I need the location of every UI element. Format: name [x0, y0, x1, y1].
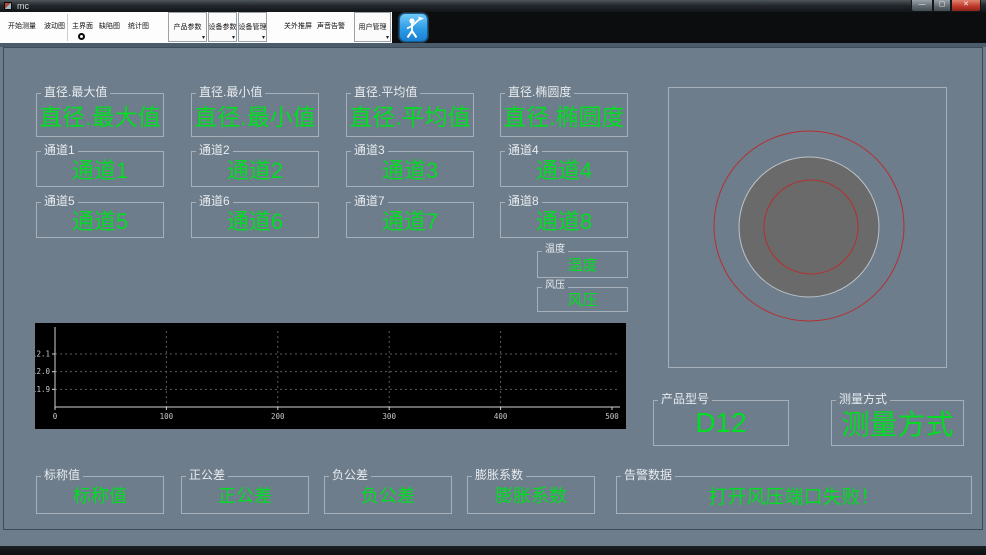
field-value: 温度: [567, 257, 598, 274]
field-value: 通道6: [226, 209, 284, 234]
alarm-data-box: 告警数据 打开风压端口失败！: [616, 468, 972, 514]
field-value: 通道5: [71, 209, 129, 234]
close-icon: ✕: [963, 1, 969, 8]
window-title: mc: [17, 1, 29, 11]
dropdown-arrow-icon: ▾: [231, 35, 235, 41]
field-value: 测量方式: [841, 409, 954, 440]
svg-text:300: 300: [382, 412, 396, 421]
toolbar-button-device-mgmt[interactable]: 设备管理 ▾: [238, 12, 267, 42]
svg-text:400: 400: [494, 412, 508, 421]
toolbar: 开始测量 波动图 主界面 缺陷图 统计图 产品参数 ▾ 设备参数 ▾ 设备管理 …: [0, 12, 392, 43]
channel-box-3: 通道3 通道3: [346, 143, 474, 187]
dropdown-arrow-icon: ▾: [385, 35, 389, 41]
toolbar-button-label: 产品参数: [173, 24, 202, 31]
svg-text:12.0: 12.0: [35, 367, 50, 376]
active-view-indicator-icon: [78, 33, 85, 40]
field-value: 通道1: [71, 158, 129, 183]
product-model-box: 产品型号 D12: [653, 392, 789, 446]
stat-box-diameter-ovality: 直径.椭圆度 直径.椭圆度: [500, 85, 628, 137]
field-value: 直径.最大值: [39, 104, 161, 130]
channel-box-4: 通道4 通道4: [500, 143, 628, 187]
window-margin: [0, 530, 986, 546]
toolbar-button-product-params[interactable]: 产品参数 ▾: [168, 12, 207, 42]
toolbar-separator: [67, 14, 68, 41]
titlebar: mc — ▢ ✕: [0, 0, 986, 12]
trend-chart-panel: 12.1 12.0 11.9 0 100 200 300 400 500: [32, 323, 626, 429]
toolbar-button-start-measure[interactable]: 开始测量: [8, 22, 36, 31]
channel-box-6: 通道6 通道6: [191, 194, 319, 238]
field-value: 通道2: [226, 158, 284, 183]
field-value: 直径.最小值: [194, 104, 316, 130]
close-button[interactable]: ✕: [951, 0, 981, 12]
field-value: 通道8: [535, 209, 593, 234]
channel-box-1: 通道1 通道1: [36, 143, 164, 187]
cross-section-display-panel: [668, 87, 947, 368]
alarm-message: 打开风压端口失败！: [708, 486, 880, 508]
maximize-button[interactable]: ▢: [933, 0, 951, 12]
expansion-coefficient-box: 膨胀系数 膨胀系数: [467, 468, 595, 514]
app-logo-button[interactable]: [399, 13, 428, 42]
pressure-box: 风压 风压: [537, 280, 628, 312]
measurement-mode-box: 测量方式 测量方式: [831, 392, 964, 446]
toolbar-button-label: 设备参数: [208, 24, 237, 31]
toolbar-button-label: 用户管理: [358, 24, 387, 31]
channel-box-7: 通道7 通道7: [346, 194, 474, 238]
channel-box-2: 通道2 通道2: [191, 143, 319, 187]
toolbar-button-ext-screen[interactable]: 关外推屏: [284, 22, 312, 31]
person-flag-icon: [406, 16, 424, 39]
toolbar-button-sound-alarm[interactable]: 声音告警: [317, 22, 345, 31]
trend-chart: 12.1 12.0 11.9 0 100 200 300 400 500: [32, 327, 620, 421]
field-value: 通道3: [381, 158, 439, 183]
svg-text:200: 200: [271, 412, 285, 421]
field-value: 直径.椭圆度: [503, 104, 625, 130]
app-window: mc — ▢ ✕ 开始测量 波动图 主界面 缺陷图 统计图 产品参数 ▾ 设备参…: [0, 0, 986, 555]
dropdown-arrow-icon: ▾: [261, 35, 265, 41]
svg-text:100: 100: [160, 412, 174, 421]
dropdown-arrow-icon: ▾: [201, 35, 205, 41]
toolbar-button-main-view[interactable]: 主界面: [72, 22, 93, 31]
toolbar-button-user-mgmt[interactable]: 用户管理 ▾: [354, 12, 391, 42]
toolbar-button-stats-chart[interactable]: 统计图: [128, 22, 149, 31]
channel-box-5: 通道5 通道5: [36, 194, 164, 238]
titlebar-dark-area: [392, 12, 986, 43]
field-value: D12: [695, 407, 747, 438]
svg-text:11.9: 11.9: [35, 385, 50, 394]
minimize-button[interactable]: —: [911, 0, 933, 12]
nominal-value-box: 标称值 标称值: [36, 468, 164, 514]
stat-box-diameter-max: 直径.最大值 直径.最大值: [36, 85, 164, 137]
toolbar-button-device-params[interactable]: 设备参数 ▾: [208, 12, 237, 42]
temperature-box: 温度 温度: [537, 244, 628, 278]
main-panel: 直径.最大值 直径.最大值 直径.最小值 直径.最小值 直径.平均值 直径.平均…: [3, 47, 983, 530]
stat-box-diameter-avg: 直径.平均值 直径.平均值: [346, 85, 474, 137]
taskbar[interactable]: [0, 546, 986, 555]
field-value: 风压: [567, 292, 598, 309]
toolbar-button-defect-chart[interactable]: 缺陷图: [99, 22, 120, 31]
toolbar-button-wave-chart[interactable]: 波动图: [44, 22, 65, 31]
window-controls: — ▢ ✕: [911, 0, 981, 12]
field-value: 通道4: [535, 158, 593, 183]
svg-text:500: 500: [605, 412, 619, 421]
app-icon: [4, 2, 12, 10]
maximize-icon: ▢: [938, 1, 946, 8]
field-value: 标称值: [73, 486, 127, 506]
stat-box-diameter-min: 直径.最小值 直径.最小值: [191, 85, 319, 137]
svg-text:0: 0: [53, 412, 58, 421]
field-value: 通道7: [381, 209, 439, 234]
channel-box-8: 通道8 通道8: [500, 194, 628, 238]
svg-text:12.1: 12.1: [35, 349, 50, 358]
minus-tolerance-box: 负公差 负公差: [324, 468, 452, 514]
field-value: 膨胀系数: [495, 486, 567, 506]
field-value: 正公差: [218, 486, 272, 506]
minimize-icon: —: [918, 1, 926, 8]
field-value: 负公差: [361, 486, 415, 506]
field-value: 直径.平均值: [349, 104, 471, 130]
plus-tolerance-box: 正公差 正公差: [181, 468, 309, 514]
toolbar-button-label: 设备管理: [238, 24, 267, 31]
cross-section-graphic: [713, 130, 905, 322]
